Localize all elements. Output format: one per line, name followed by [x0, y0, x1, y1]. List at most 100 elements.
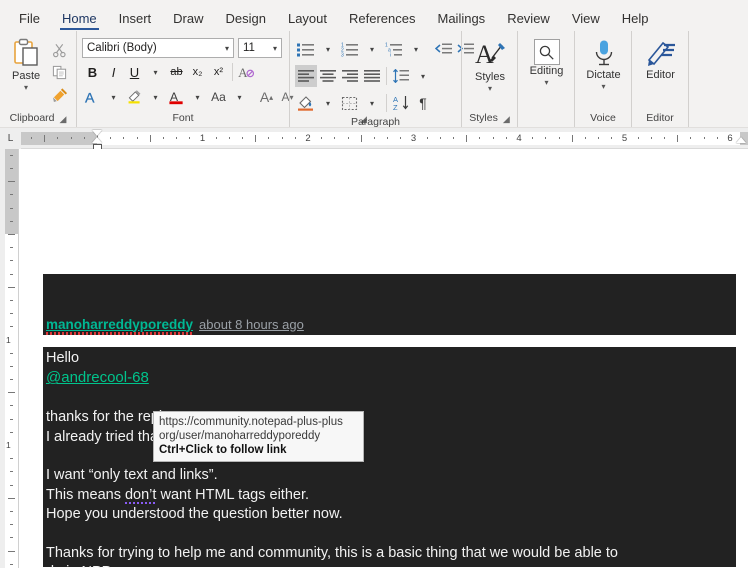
shading-icon: [298, 96, 313, 111]
tooltip-url-line1: https://community.notepad-plus-plus: [159, 416, 343, 428]
tab-mailings-label: Mailings: [437, 11, 486, 26]
search-icon: [539, 45, 554, 60]
paste-button[interactable]: Paste ▾: [5, 36, 47, 92]
shading-button[interactable]: [295, 92, 317, 114]
tab-view[interactable]: View: [561, 12, 611, 31]
tab-help[interactable]: Help: [611, 12, 660, 31]
tab-layout[interactable]: Layout: [277, 12, 338, 31]
subscript-button[interactable]: x₂: [187, 61, 208, 83]
scissors-icon: [53, 43, 66, 57]
mention-link[interactable]: @andrecool-68: [46, 369, 149, 386]
tab-file[interactable]: File: [8, 12, 51, 31]
show-formatting-marks-button[interactable]: ¶: [412, 92, 434, 114]
vertical-ruler-tick: [10, 458, 13, 460]
bullet-list-button[interactable]: [295, 38, 317, 60]
font-color-caret[interactable]: ▾: [187, 86, 208, 108]
word-window: File Home Insert Draw Design Layout Refe…: [0, 0, 748, 568]
text-effects-icon: A: [85, 91, 95, 105]
vertical-ruler[interactable]: 11: [0, 149, 18, 568]
tab-stop-selector[interactable]: L: [0, 127, 21, 149]
format-painter-button[interactable]: [49, 84, 71, 104]
align-center-button[interactable]: [317, 65, 339, 87]
editing-button[interactable]: Editing ▾: [523, 36, 570, 87]
borders-button[interactable]: [339, 92, 361, 114]
post-author-link[interactable]: manoharreddyporeddy: [46, 317, 194, 335]
superscript-button[interactable]: x²: [208, 61, 229, 83]
tab-draw[interactable]: Draw: [162, 12, 214, 31]
grow-font-button[interactable]: A ▴: [256, 86, 277, 108]
font-name-combobox[interactable]: Calibri (Body) ▾: [82, 38, 234, 58]
align-right-button[interactable]: [339, 65, 361, 87]
text-highlight-button[interactable]: [124, 86, 145, 108]
styles-dialog-launcher[interactable]: ◢: [503, 115, 510, 124]
underline-dropdown-caret[interactable]: ▾: [145, 61, 166, 83]
sort-button[interactable]: A Z: [390, 92, 412, 114]
ruler-tick: [110, 137, 112, 139]
text-effects-button[interactable]: A: [82, 86, 103, 108]
vertical-ruler-tick: [8, 234, 15, 235]
svg-text:A: A: [475, 40, 494, 69]
text-effects-caret[interactable]: ▾: [103, 86, 124, 108]
post-body-text[interactable]: Hello @andrecool-68 thanks for the reply…: [46, 349, 736, 568]
dictate-dropdown-caret[interactable]: ▾: [601, 83, 605, 91]
vertical-ruler-tick: [10, 563, 13, 565]
bullet-list-caret[interactable]: ▾: [317, 38, 339, 60]
font-color-button[interactable]: A: [166, 86, 187, 108]
tab-mailings[interactable]: Mailings: [427, 12, 497, 31]
vertical-ruler-tick: [10, 299, 13, 301]
ruler-tick: [176, 137, 178, 139]
strikethrough-button[interactable]: ab: [166, 61, 187, 83]
decrease-indent-button[interactable]: [433, 38, 455, 60]
clear-formatting-button[interactable]: A: [236, 61, 257, 83]
dictate-button[interactable]: Dictate ▾: [580, 36, 627, 91]
line-spacing-button[interactable]: [390, 65, 412, 87]
tab-insert[interactable]: Insert: [108, 12, 163, 31]
tab-review[interactable]: Review: [496, 12, 561, 31]
highlight-caret[interactable]: ▾: [145, 86, 166, 108]
hanging-indent-marker[interactable]: [92, 136, 102, 143]
styles-button[interactable]: A Styles ▾: [467, 36, 513, 93]
justify-button[interactable]: [361, 65, 383, 87]
right-indent-marker[interactable]: [736, 136, 746, 143]
shading-caret[interactable]: ▾: [317, 92, 339, 114]
ruler-track[interactable]: 1 2 3 4 5 6: [21, 128, 748, 152]
borders-caret[interactable]: ▾: [361, 92, 383, 114]
spelling-error-dont[interactable]: don’t: [125, 487, 156, 503]
styles-dropdown-caret[interactable]: ▾: [488, 85, 492, 93]
numbered-list-caret[interactable]: ▾: [361, 38, 383, 60]
numbered-list-button[interactable]: 1 2 3: [339, 38, 361, 60]
editing-dropdown-caret[interactable]: ▾: [544, 79, 548, 87]
bold-button[interactable]: B: [82, 61, 103, 83]
sort-icon: A Z: [393, 95, 408, 111]
underline-button[interactable]: U: [124, 61, 145, 83]
editor-group-label: Editor: [632, 110, 688, 127]
tab-design[interactable]: Design: [215, 12, 277, 31]
italic-button[interactable]: I: [103, 61, 124, 83]
multilevel-list-button[interactable]: 1 a i: [383, 38, 405, 60]
multilevel-list-caret[interactable]: ▾: [405, 38, 427, 60]
empty-group-label: [689, 110, 744, 127]
first-line-indent-marker[interactable]: [92, 129, 102, 136]
post-timestamp[interactable]: about 8 hours ago: [199, 317, 304, 332]
ruler-tick: [558, 137, 560, 139]
paste-dropdown-caret[interactable]: ▾: [24, 84, 28, 92]
post-line-already-tried: I already tried that thing: [46, 428, 198, 445]
post-line-hope-understood: Hope you understood the question better …: [46, 506, 343, 523]
align-left-button[interactable]: [295, 65, 317, 87]
tab-references[interactable]: References: [338, 12, 426, 31]
cut-button[interactable]: [49, 40, 71, 60]
chevron-down-icon: ▾: [413, 44, 418, 54]
copy-button[interactable]: [49, 62, 71, 82]
change-case-caret[interactable]: ▾: [229, 86, 250, 108]
line-spacing-caret[interactable]: ▾: [412, 65, 434, 87]
change-case-button[interactable]: Aa: [208, 86, 229, 108]
svg-text:A: A: [85, 91, 95, 105]
tab-home[interactable]: Home: [51, 12, 108, 31]
font-size-combobox[interactable]: 11 ▾: [238, 38, 282, 58]
horizontal-ruler[interactable]: L 1 2 3 4 5 6: [0, 127, 748, 152]
ruler-left-margin: [21, 131, 97, 145]
vertical-ruler-tick: [10, 313, 13, 315]
clipboard-dialog-launcher[interactable]: ◢: [60, 115, 67, 124]
document-page[interactable]: manoharreddyporeddy about 8 hours ago He…: [18, 149, 748, 568]
editor-button[interactable]: Editor: [637, 36, 684, 81]
